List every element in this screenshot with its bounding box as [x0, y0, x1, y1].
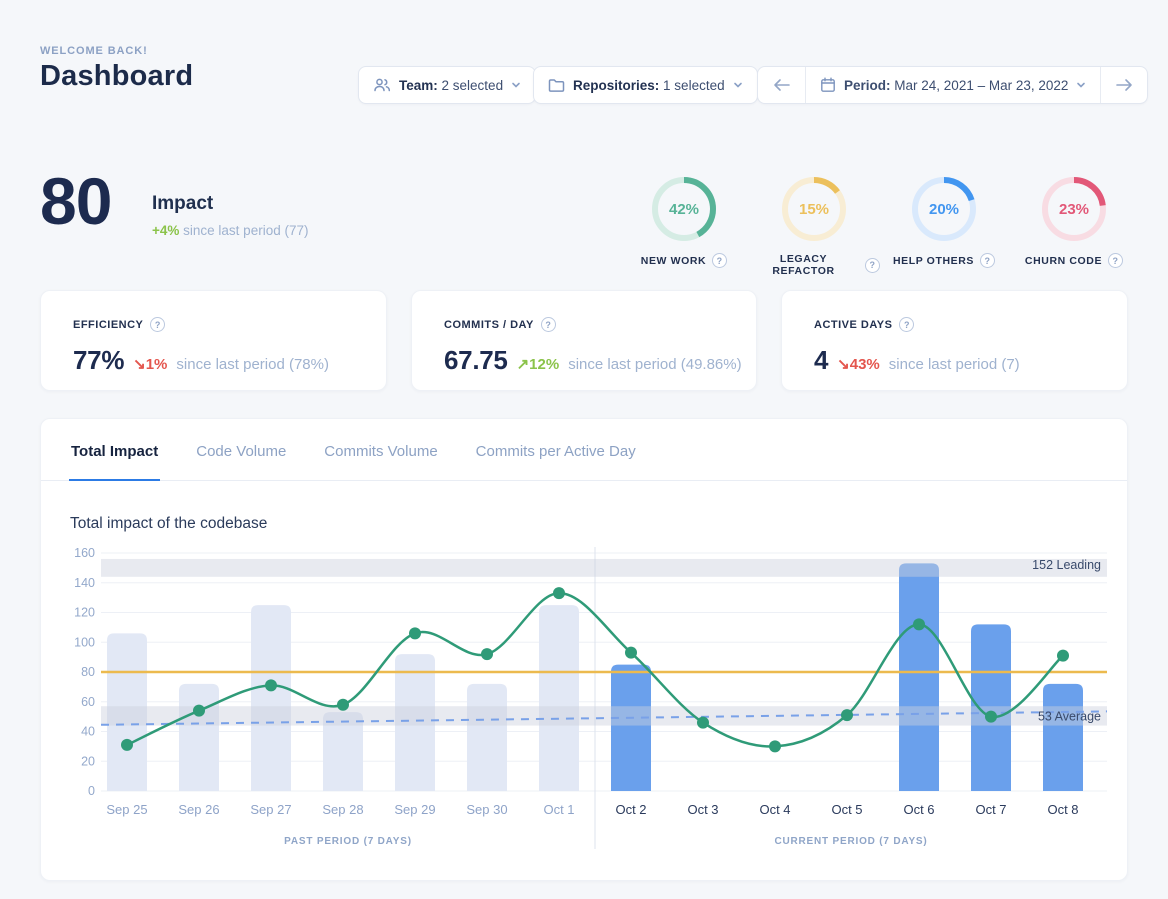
- team-people-icon: [374, 78, 391, 92]
- donut-label: HELP OTHERS: [892, 254, 975, 267]
- metric-donut-legacy-refactor: 15% LEGACY REFACTOR?: [748, 176, 880, 277]
- help-icon[interactable]: ?: [150, 317, 166, 332]
- trend-down-icon: ↘: [837, 356, 850, 373]
- svg-text:120: 120: [74, 606, 95, 620]
- help-icon[interactable]: ?: [540, 317, 556, 332]
- svg-text:Sep 25: Sep 25: [106, 802, 147, 817]
- svg-text:CURRENT PERIOD (7 DAYS): CURRENT PERIOD (7 DAYS): [774, 836, 927, 847]
- svg-text:Sep 26: Sep 26: [178, 802, 219, 817]
- svg-text:80: 80: [81, 665, 95, 679]
- period-filter-button[interactable]: Period: Mar 24, 2021 – Mar 23, 2022: [805, 67, 1100, 103]
- metric-donut-new-work: 42% NEW WORK?: [618, 176, 750, 268]
- stat-note: since last period (49.86%): [568, 356, 742, 373]
- stat-label: COMMITS / DAY: [444, 318, 534, 331]
- impact-label: Impact: [152, 193, 214, 214]
- chart-title: Total impact of the codebase: [70, 515, 268, 532]
- help-icon[interactable]: ?: [712, 253, 728, 268]
- svg-text:Oct 5: Oct 5: [831, 802, 862, 817]
- donut-ring: 42%: [651, 176, 717, 242]
- svg-text:40: 40: [81, 725, 95, 739]
- svg-text:Sep 28: Sep 28: [322, 802, 363, 817]
- stat-note: since last period (78%): [176, 356, 329, 373]
- chevron-down-icon: [1077, 82, 1086, 88]
- welcome-text: WELCOME BACK!: [40, 45, 148, 57]
- help-icon[interactable]: ?: [899, 317, 915, 332]
- stat-card-commits-per-day: COMMITS / DAY? 67.75 ↗12% since last per…: [411, 290, 757, 391]
- previous-period-button[interactable]: [758, 67, 805, 103]
- svg-text:160: 160: [74, 546, 95, 560]
- chevron-down-icon: [512, 82, 520, 88]
- chart-tabs: Total Impact Code Volume Commits Volume …: [41, 419, 1127, 481]
- svg-text:60: 60: [81, 695, 95, 709]
- svg-text:Oct 7: Oct 7: [975, 802, 1006, 817]
- impact-delta-note: since last period (77): [179, 223, 309, 238]
- help-icon[interactable]: ?: [980, 253, 996, 268]
- repositories-filter-button[interactable]: Repositories: 1 selected: [533, 66, 758, 104]
- metric-donut-churn-code: 23% CHURN CODE?: [1008, 176, 1140, 268]
- arrow-right-icon: [1116, 79, 1133, 91]
- donut-label: CHURN CODE: [1024, 254, 1103, 267]
- repositories-filter-label: Repositories: 1 selected: [573, 77, 725, 93]
- donut-ring: 20%: [911, 176, 977, 242]
- period-selector: Period: Mar 24, 2021 – Mar 23, 2022: [757, 66, 1149, 104]
- impact-score: 80: [40, 164, 112, 238]
- impact-delta-value: +4%: [152, 223, 180, 238]
- impact-combo-chart: 0 20 40 60 80 100 120 140 160 152 Leading 53 Avera…: [74, 546, 1108, 849]
- trend-down-icon: ↘: [133, 356, 146, 373]
- arrow-left-icon: [773, 79, 790, 91]
- team-filter-label: Team: 2 selected: [399, 77, 504, 93]
- impact-delta: +4% since last period (77): [152, 223, 308, 238]
- help-icon[interactable]: ?: [1108, 253, 1124, 268]
- donut-label: NEW WORK: [640, 254, 707, 267]
- svg-text:20: 20: [81, 754, 95, 768]
- stat-value: 77%: [73, 345, 125, 375]
- stat-value: 4: [814, 345, 829, 375]
- donut-ring: 15%: [781, 176, 847, 242]
- stat-delta: ↗12%: [516, 356, 560, 373]
- donut-ring: 23%: [1041, 176, 1107, 242]
- donut-value: 20%: [928, 200, 960, 218]
- metric-donut-help-others: 20% HELP OTHERS?: [878, 176, 1010, 268]
- svg-text:53 Average: 53 Average: [1038, 710, 1101, 724]
- svg-text:100: 100: [74, 635, 95, 649]
- trend-up-icon: ↗: [516, 356, 530, 373]
- chevron-down-icon: [733, 82, 742, 88]
- stat-card-efficiency: EFFICIENCY? 77% ↘1% since last period (7…: [40, 290, 387, 391]
- svg-text:Oct 8: Oct 8: [1047, 802, 1078, 817]
- calendar-icon: [821, 77, 835, 92]
- svg-text:140: 140: [74, 576, 95, 590]
- svg-text:Oct 4: Oct 4: [759, 802, 790, 817]
- stat-delta: ↘43%: [837, 356, 880, 373]
- tab-total-impact[interactable]: Total Impact: [69, 423, 161, 481]
- tab-commits-per-active-day[interactable]: Commits per Active Day: [474, 423, 638, 481]
- stat-value: 67.75: [444, 345, 508, 375]
- tab-commits-volume[interactable]: Commits Volume: [322, 423, 439, 481]
- tab-code-volume[interactable]: Code Volume: [194, 423, 288, 481]
- donut-value: 42%: [668, 200, 700, 218]
- stat-note: since last period (7): [888, 356, 1020, 373]
- stat-delta: ↘1%: [133, 356, 168, 373]
- next-period-button[interactable]: [1100, 67, 1147, 103]
- svg-text:Sep 29: Sep 29: [394, 802, 435, 817]
- svg-text:152 Leading: 152 Leading: [1032, 558, 1101, 572]
- donut-value: 23%: [1058, 200, 1090, 218]
- chart-card: Total Impact Code Volume Commits Volume …: [40, 418, 1128, 881]
- svg-text:Oct 2: Oct 2: [615, 802, 646, 817]
- period-filter-label: Period: Mar 24, 2021 – Mar 23, 2022: [844, 77, 1069, 93]
- svg-text:Oct 6: Oct 6: [903, 802, 934, 817]
- svg-text:Oct 3: Oct 3: [687, 802, 718, 817]
- team-filter-button[interactable]: Team: 2 selected: [358, 66, 537, 104]
- folder-icon: [548, 78, 565, 92]
- svg-text:Sep 30: Sep 30: [466, 802, 507, 817]
- stat-label: EFFICIENCY: [73, 318, 144, 331]
- svg-text:0: 0: [88, 784, 95, 798]
- donut-label: LEGACY REFACTOR: [772, 253, 835, 277]
- page-title: Dashboard: [40, 60, 194, 92]
- donut-value: 15%: [798, 200, 830, 218]
- svg-text:Sep 27: Sep 27: [250, 802, 291, 817]
- svg-text:PAST PERIOD (7 DAYS): PAST PERIOD (7 DAYS): [284, 836, 412, 847]
- svg-text:Oct 1: Oct 1: [543, 802, 574, 817]
- stat-card-active-days: ACTIVE DAYS? 4 ↘43% since last period (7…: [781, 290, 1128, 391]
- stat-label: ACTIVE DAYS: [814, 318, 893, 331]
